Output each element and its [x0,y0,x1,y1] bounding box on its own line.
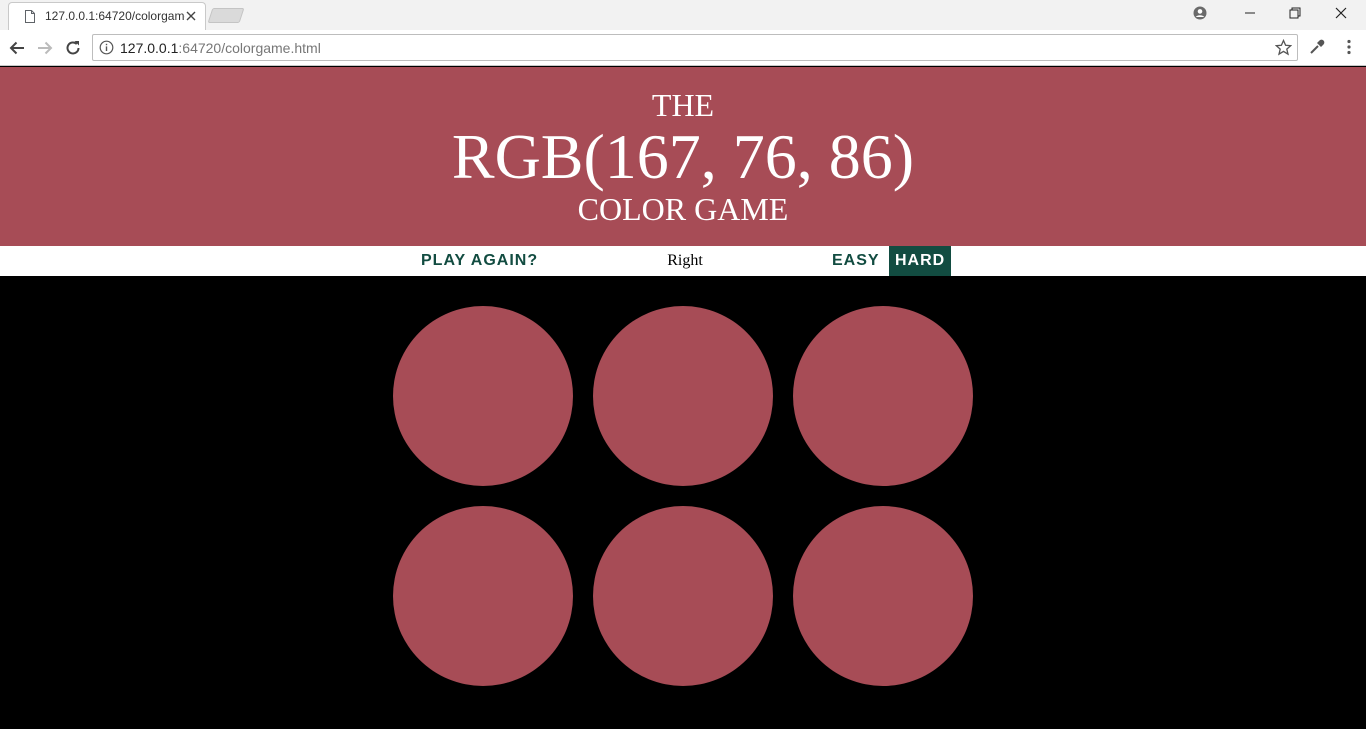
account-icon[interactable] [1193,6,1207,20]
color-square[interactable] [393,306,573,486]
forward-icon[interactable] [35,38,55,58]
color-square[interactable] [593,506,773,686]
minimize-icon[interactable] [1243,6,1257,20]
back-icon[interactable] [7,38,27,58]
url-text: 127.0.0.1:64720/colorgame.html [120,40,321,56]
game-header: THE RGB(167, 76, 86) COLOR GAME [0,67,1366,246]
new-tab-button[interactable] [207,8,245,23]
url-path: :64720/colorgame.html [178,40,321,56]
file-icon [25,10,35,23]
message-text: Right [667,252,703,269]
title-bottom: COLOR GAME [577,191,789,227]
color-square[interactable] [793,506,973,686]
browser-tab-strip: 127.0.0.1:64720/colorgame.html [0,0,1366,30]
reload-icon[interactable] [63,38,83,58]
control-stripe: PLAY AGAIN? Right EASY HARD [0,246,1366,276]
play-again-button[interactable]: PLAY AGAIN? [415,246,545,276]
color-square[interactable] [593,306,773,486]
address-bar[interactable]: 127.0.0.1:64720/colorgame.html [92,34,1298,61]
hard-mode-button[interactable]: HARD [889,246,952,276]
close-icon[interactable] [185,10,197,22]
eyedropper-icon[interactable] [1308,38,1326,56]
color-square[interactable] [793,306,973,486]
star-icon[interactable] [1275,39,1292,56]
menu-icon[interactable] [1340,38,1358,56]
page-body: THE RGB(167, 76, 86) COLOR GAME PLAY AGA… [0,67,1366,729]
info-icon[interactable] [99,40,114,55]
browser-toolbar: 127.0.0.1:64720/colorgame.html [0,30,1366,66]
rgb-display: RGB(167, 76, 86) [451,121,915,192]
close-window-icon[interactable] [1334,6,1348,20]
browser-tab[interactable]: 127.0.0.1:64720/colorgame.html [8,2,206,30]
color-squares-grid [393,306,973,686]
restore-icon[interactable] [1288,6,1302,20]
color-square[interactable] [393,506,573,686]
url-host: 127.0.0.1 [120,40,179,56]
tab-title: 127.0.0.1:64720/colorgame.html [45,9,185,23]
easy-mode-button[interactable]: EASY [826,246,886,276]
